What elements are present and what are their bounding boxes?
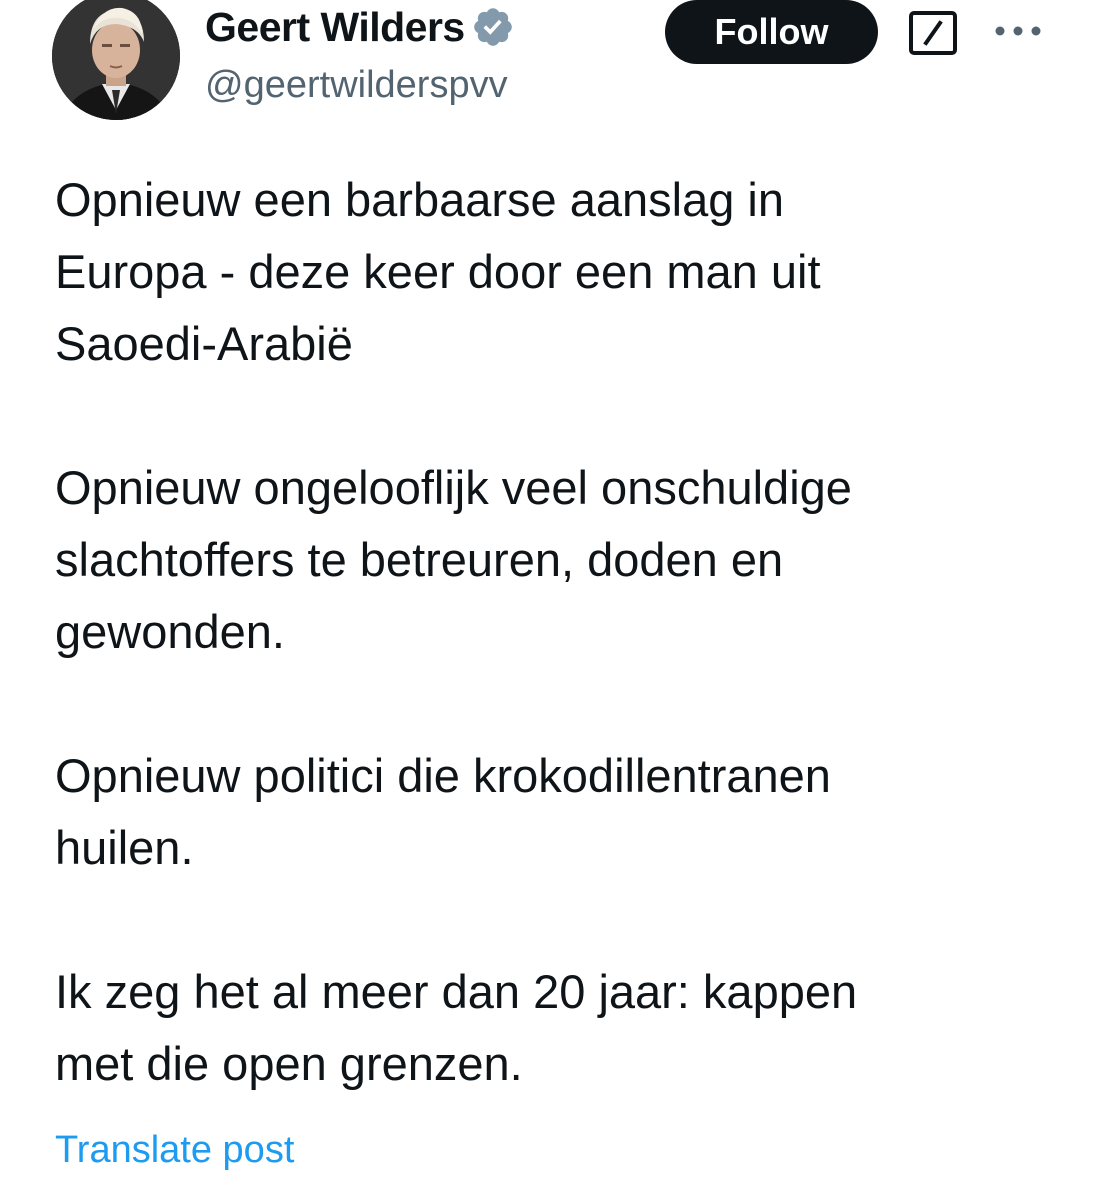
more-options-icon[interactable]	[990, 16, 1046, 46]
post-text: Opnieuw een barbaarse aanslag in Europa …	[55, 164, 1075, 1100]
post-card: Geert Wilders @geertwilderspvv Follow Op…	[0, 0, 1103, 1200]
follow-button[interactable]: Follow	[665, 0, 878, 64]
post-paragraph: Opnieuw ongelooflijk veel onschuldige sl…	[55, 461, 852, 658]
verified-badge-icon	[471, 5, 515, 49]
avatar-image	[52, 0, 180, 120]
author-name-row: Geert Wilders	[205, 2, 515, 52]
translate-post-link[interactable]: Translate post	[55, 1129, 294, 1172]
author-name[interactable]: Geert Wilders	[205, 4, 465, 51]
grok-icon[interactable]	[908, 10, 958, 56]
post-paragraph: Ik zeg het al meer dan 20 jaar: kappen m…	[55, 965, 858, 1090]
avatar[interactable]	[52, 0, 180, 120]
author-handle[interactable]: @geertwilderspvv	[205, 64, 508, 107]
post-paragraph: Opnieuw een barbaarse aanslag in Europa …	[55, 173, 821, 370]
post-paragraph: Opnieuw politici die krokodillentranen h…	[55, 749, 831, 874]
